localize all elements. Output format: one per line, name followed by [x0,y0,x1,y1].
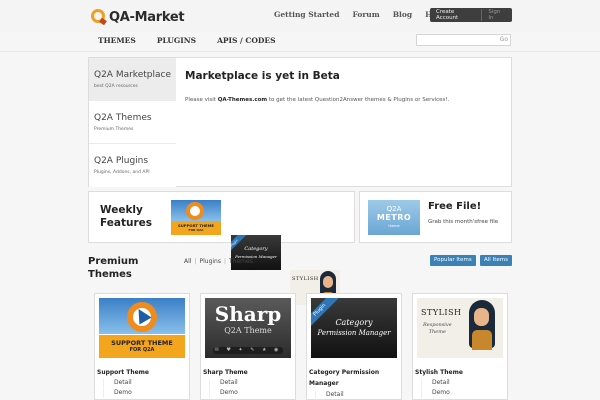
weekly-features: Weekly Features SUPPORT THEME FOR Q2A Pl… [88,191,355,305]
sign-in-button[interactable]: Sign In [482,9,512,21]
metro-line1: Q2A [386,205,402,213]
support-band: SUPPORT THEME FOR Q2A [99,335,185,358]
nav-apis-codes[interactable]: APIS / CODES [217,36,275,45]
site-logo[interactable]: QA-Market [91,7,185,27]
stylish-top [472,330,492,350]
nav-getting-started[interactable]: Getting Started [274,10,339,19]
support-band-l1: SUPPORT THEME [111,339,173,347]
product-name[interactable]: Sharp Theme [203,367,283,378]
stylish-sub-line1: Responsive [423,322,452,328]
product-thumb-permission[interactable]: Plugin Category Permission Manager [311,298,397,358]
premium-filters: All | Plugins | Themes [184,258,256,265]
sidebar-item-title: Q2A Plugins [94,156,149,166]
main-nav: THEMES PLUGINS APIS / CODES [98,36,297,45]
stylish-title: STYLISH [292,276,319,282]
weekly-title-line1: Weekly [100,204,143,216]
hero-text-after: to get the latest Question2Answer themes… [267,97,450,103]
sidebar: Q2A Marketplace best Q2A resources Q2A T… [89,58,176,187]
weekly-thumb-support[interactable]: SUPPORT THEME FOR Q2A [171,200,221,235]
detail-link[interactable]: Detail [209,379,249,388]
stylish-face [474,308,489,326]
sidebar-item-marketplace[interactable]: Q2A Marketplace best Q2A resources [89,58,176,101]
sidebar-item-subtitle: Plugins, Addons, and API [94,170,150,175]
weekly-title: Weekly Features [100,204,152,230]
product-thumb-support[interactable]: SUPPORT THEME FOR Q2A [99,298,185,358]
search-go-button[interactable]: Go [500,36,508,43]
all-items-button[interactable]: All Items [480,255,512,266]
logo-icon [91,8,107,26]
filter-plugins[interactable]: Plugins [199,258,221,265]
product-name[interactable]: Support Theme [97,367,177,378]
demo-link[interactable]: Demo [421,389,461,398]
detail-link[interactable]: Detail [103,379,143,388]
sidebar-item-plugins[interactable]: Q2A Plugins Plugins, Addons, and API [89,144,176,187]
nav-plugins[interactable]: PLUGINS [157,36,196,45]
hero: Marketplace is yet in Beta Please visit … [185,70,449,103]
sidebar-item-title: Q2A Marketplace [94,70,171,80]
main-nav-bar: THEMES PLUGINS APIS / CODES Go [0,32,600,52]
free-file-subtitle: Grab this month'sfree file [428,219,499,225]
product-name[interactable]: Stylish Theme [415,367,495,378]
detail-link[interactable]: Detail [421,379,461,388]
nav-forum[interactable]: Forum [352,10,379,19]
top-header: QA-Market Getting Started Forum Blog Hel… [0,0,600,32]
product-card-sharp: Sharp Q2A Theme ✉ ♥ ✦ ✎ ★ ◉ Sharp Theme … [200,293,296,400]
product-thumb-sharp[interactable]: Sharp Q2A Theme ✉ ♥ ✦ ✎ ★ ◉ [205,298,291,358]
free-file-thumb[interactable]: Q2A METRO theme [368,200,420,235]
logo-text: QA-Market [109,9,185,25]
sharp-sub-text: Q2A Theme [224,326,272,335]
demo-link[interactable]: Demo [209,389,249,398]
stylish-subtitle: Responsive Theme [423,322,452,336]
premium-title-line2: Themes [88,269,132,280]
hero-title: Marketplace is yet in Beta [185,70,340,82]
product-thumb-stylish[interactable]: STYLISH Responsive Theme [417,298,503,358]
nav-themes[interactable]: THEMES [98,36,136,45]
filter-all[interactable]: All [184,258,191,265]
stylish-title: STYLISH [421,308,462,317]
demo-link[interactable]: Demo [103,389,143,398]
premium-themes-title: Premium Themes [88,255,138,281]
perm-line1: Category [335,318,373,327]
marketplace-panel: Q2A Marketplace best Q2A resources Q2A T… [88,57,512,187]
metro-line3: theme [388,224,400,228]
sidebar-item-themes[interactable]: Q2A Themes Premium Themes [89,101,176,144]
product-card-stylish: STYLISH Responsive Theme Stylish Theme D… [412,293,508,400]
free-file-title: Free File! [428,201,482,212]
stylish-sub-line2: Theme [428,329,446,335]
free-file: Q2A METRO theme Free File! Grab this mon… [359,191,512,243]
sharp-big-text: Sharp [214,302,282,326]
hero-text-before: Please visit [185,97,218,103]
sidebar-item-subtitle: Premium Themes [94,127,134,132]
metro-line2: METRO [376,213,412,222]
create-account-button[interactable]: Create Account [430,9,483,21]
account-bar: Create Account Sign In [430,8,512,22]
filter-separator: | [194,258,197,265]
hero-link[interactable]: QA-Themes.com [218,97,267,103]
stylish-face [323,276,333,288]
perm-line1: Category [244,246,268,252]
hero-text: Please visit QA-Themes.com to get the la… [185,97,449,103]
support-logo-icon [186,202,204,220]
product-card-support: SUPPORT THEME FOR Q2A Support Theme Deta… [94,293,190,400]
product-name[interactable]: Category Permission Manager [309,367,389,389]
support-band-l2: FOR Q2A [129,347,155,353]
filter-separator: | [223,258,227,265]
weekly-title-line2: Features [100,217,152,229]
search-input[interactable]: Go [416,34,511,46]
filter-themes[interactable]: Themes [229,258,253,265]
detail-link[interactable]: Detail [315,391,355,400]
product-card-permission: Plugin Category Permission Manager Categ… [306,293,402,400]
sidebar-item-title: Q2A Themes [94,113,152,123]
perm-line2: Permission Manager [317,329,391,337]
support-band-l2: FOR Q2A [188,228,204,232]
premium-title-line1: Premium [88,256,139,267]
social-icons-strip: ✉ ♥ ✦ ✎ ★ ◉ [213,347,283,354]
popular-items-button[interactable]: Popular Items [430,255,476,266]
sidebar-item-subtitle: best Q2A resources [94,84,138,89]
nav-blog[interactable]: Blog [393,10,412,19]
support-band: SUPPORT THEME FOR Q2A [171,221,221,235]
